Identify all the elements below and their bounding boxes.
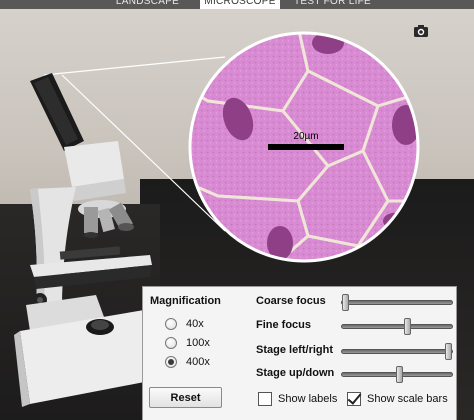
tab-test-for-life[interactable]: TEST FOR LIFE: [290, 0, 375, 9]
radio-label-400x: 400x: [186, 356, 210, 368]
coarse-focus-slider[interactable]: [341, 294, 453, 311]
coarse-focus-thumb[interactable]: [342, 294, 349, 311]
scale-bar-label: 20µm: [293, 131, 318, 142]
show-labels-option[interactable]: Show labels: [258, 391, 337, 407]
stage-left-right-label: Stage left/right: [256, 344, 334, 356]
tab-landscape[interactable]: LANDSCAPE: [100, 0, 195, 9]
radio-label-40x: 40x: [186, 318, 204, 330]
radio-40x[interactable]: [165, 318, 177, 330]
magnification-option-40x[interactable]: 40x: [165, 316, 204, 332]
reset-button[interactable]: Reset: [149, 387, 222, 408]
scale-bar: [268, 144, 344, 150]
microscope-view[interactable]: 20µm: [188, 31, 420, 263]
show-scale-bars-option[interactable]: Show scale bars: [347, 391, 448, 407]
tab-bar: LANDSCAPE MICROSCOPE TEST FOR LIFE: [0, 0, 474, 9]
magnification-heading: Magnification: [150, 295, 221, 307]
stage-up-down-slider[interactable]: [341, 366, 453, 383]
magnification-option-400x[interactable]: 400x: [165, 354, 210, 370]
radio-100x[interactable]: [165, 337, 177, 349]
stage-left-right-thumb[interactable]: [445, 343, 452, 360]
radio-400x[interactable]: [165, 356, 177, 368]
stage-up-down-thumb[interactable]: [396, 366, 403, 383]
fine-focus-slider[interactable]: [341, 318, 453, 335]
show-labels-label: Show labels: [278, 393, 338, 405]
magnification-option-100x[interactable]: 100x: [165, 335, 210, 351]
fine-focus-label: Fine focus: [256, 319, 312, 331]
control-panel: Magnification 40x 100x 400x Reset Coarse…: [142, 286, 457, 420]
show-labels-checkbox[interactable]: [258, 392, 272, 406]
show-scale-bars-label: Show scale bars: [367, 393, 448, 405]
stage-left-right-slider[interactable]: [341, 343, 453, 360]
coarse-focus-label: Coarse focus: [256, 295, 326, 307]
tab-microscope[interactable]: MICROSCOPE: [200, 0, 280, 9]
fine-focus-thumb[interactable]: [404, 318, 411, 335]
radio-label-100x: 100x: [186, 337, 210, 349]
microscope-scene: 20µm Magnification 40x 100x 400x Reset C…: [0, 9, 474, 420]
stage-up-down-label: Stage up/down: [256, 367, 335, 379]
show-scale-bars-checkbox[interactable]: [347, 392, 361, 406]
